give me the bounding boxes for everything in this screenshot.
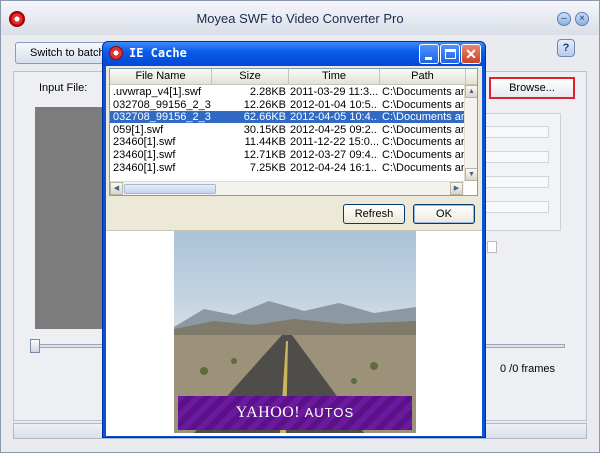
table-row[interactable]: 23460[1].swf 12.71KB 2012-03-27 09:4... C:\… [110, 149, 464, 161]
cache-file-list[interactable]: File Name Size Time Path .uvwrap_v4[1].s… [109, 68, 478, 196]
column-header-time[interactable]: Time [289, 69, 380, 85]
scroll-right-icon[interactable]: ▶ [450, 182, 463, 195]
cell-name: .uvwrap_v4[1].swf [113, 86, 202, 98]
scroll-up-icon[interactable]: ▲ [465, 85, 477, 98]
cell-size: 7.25KB [249, 161, 286, 174]
scroll-left-icon[interactable]: ◀ [110, 182, 123, 195]
cell-size: 12.71KB [243, 149, 286, 161]
switch-to-batch-button[interactable]: Switch to batch [15, 42, 115, 64]
swf-preview-area: YAHOO! AUTOS [106, 231, 482, 436]
column-header-path[interactable]: Path [380, 69, 466, 85]
dialog-title: IE Cache [129, 46, 187, 60]
option-box[interactable] [487, 241, 497, 253]
dialog-app-icon [109, 46, 123, 60]
close-icon[interactable]: × [575, 12, 589, 26]
ie-cache-dialog: IE Cache ✕ File Name Size Time Path .uvw… [102, 41, 486, 438]
window-title: Moyea SWF to Video Converter Pro [196, 11, 404, 26]
video-preview [35, 107, 105, 329]
cell-time: 2012-01-04 10:5... [290, 98, 378, 111]
cell-time: 2012-04-24 16:1... [290, 161, 378, 174]
table-row[interactable]: 032708_99156_2_3... 62.66KB 2012-04-05 10:… [110, 111, 464, 124]
cell-path: C:\Documents and [382, 123, 464, 136]
cell-size: 12.26KB [243, 98, 286, 111]
cell-name: 23460[1].swf [113, 149, 176, 161]
help-icon[interactable]: ? [557, 39, 575, 57]
column-header-size[interactable]: Size [212, 69, 289, 85]
minimize-icon[interactable] [419, 44, 439, 64]
cell-path: C:\Documents and [382, 111, 464, 124]
cell-time: 2011-03-29 11:3... [290, 86, 378, 98]
horizontal-scrollbar[interactable]: ◀ ▶ [110, 181, 464, 195]
table-row[interactable]: 23460[1].swf 11.44KB 2011-12-22 15:0... C:\… [110, 136, 464, 148]
ok-button[interactable]: OK [413, 204, 475, 224]
cell-size: 30.15KB [243, 123, 286, 136]
settings-field[interactable] [485, 201, 549, 213]
vertical-scrollbar[interactable]: ▲ ▼ [464, 85, 477, 181]
refresh-button[interactable]: Refresh [343, 204, 405, 224]
cell-path: C:\Documents and [382, 86, 464, 98]
swf-preview-image: YAHOO! AUTOS [174, 231, 416, 433]
product-text: AUTOS [304, 405, 355, 420]
settings-field[interactable] [485, 176, 549, 188]
horizontal-scroll-thumb[interactable] [124, 184, 216, 194]
cell-path: C:\Documents and [382, 98, 464, 111]
table-row[interactable]: 23460[1].swf 7.25KB 2012-04-24 16:1... C:\D… [110, 162, 464, 174]
table-row[interactable]: 032708_99156_2_3... 12.26KB 2012-01-04 10:… [110, 99, 464, 111]
maximize-icon[interactable] [440, 44, 460, 64]
cell-name: 23460[1].swf [113, 136, 176, 149]
cell-name: 059[1].swf [113, 123, 164, 136]
yahoo-autos-logo: YAHOO! AUTOS [178, 404, 412, 422]
cell-time: 2012-03-27 09:4... [290, 149, 378, 161]
brand-text: YAHOO! [235, 404, 301, 421]
column-header-name[interactable]: File Name [110, 69, 212, 85]
cell-name: 23460[1].swf [113, 161, 176, 174]
title-bar: Moyea SWF to Video Converter Pro – × [1, 1, 599, 35]
cell-path: C:\Documents and [382, 136, 464, 149]
cell-time: 2012-04-05 10:4... [290, 111, 378, 124]
cell-time: 2011-12-22 15:0... [290, 136, 378, 149]
cell-name: 032708_99156_2_3... [113, 111, 211, 124]
cell-name: 032708_99156_2_3... [113, 98, 211, 111]
dialog-title-bar: IE Cache ✕ [103, 42, 485, 66]
browse-button[interactable]: Browse... [489, 77, 575, 99]
cell-size: 62.66KB [243, 111, 286, 124]
close-icon[interactable]: ✕ [461, 44, 481, 64]
cell-path: C:\Documents and [382, 149, 464, 161]
yahoo-autos-banner: YAHOO! AUTOS [178, 396, 412, 430]
table-row[interactable]: 059[1].swf 30.15KB 2012-04-25 09:2... C:\Do… [110, 124, 464, 136]
cell-size: 11.44KB [244, 136, 286, 149]
minimize-icon[interactable]: – [557, 12, 571, 26]
frame-slider-thumb[interactable] [30, 339, 40, 353]
list-header: File Name Size Time Path [110, 69, 477, 85]
frame-counter: 0 /0 frames [500, 363, 556, 375]
cell-time: 2012-04-25 09:2... [290, 123, 378, 136]
settings-field[interactable] [485, 126, 549, 138]
table-row[interactable]: .uvwrap_v4[1].swf 2.28KB 2011-03-29 11:3..… [110, 86, 464, 98]
cell-size: 2.28KB [249, 86, 286, 98]
input-file-label: Input File: [39, 82, 88, 94]
dialog-body: File Name Size Time Path .uvwrap_v4[1].s… [106, 66, 482, 436]
cell-path: C:\Documents and [382, 161, 464, 174]
scroll-down-icon[interactable]: ▼ [465, 168, 477, 181]
settings-field[interactable] [485, 151, 549, 163]
